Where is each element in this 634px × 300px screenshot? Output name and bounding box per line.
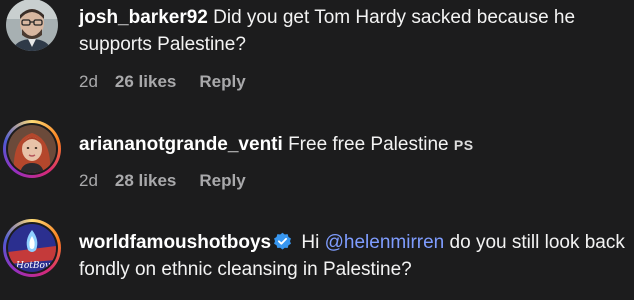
red-haired-woman-avatar-icon [8,125,56,173]
username[interactable]: josh_barker92 [79,7,208,28]
timestamp[interactable]: 2d [79,171,98,191]
reply-button[interactable]: Reply [199,171,245,191]
story-ring[interactable] [3,120,61,178]
comment-greeting: Hi [301,232,320,253]
username[interactable]: worldfamoushotboys [79,232,271,253]
reply-button[interactable]: Reply [199,72,245,92]
comment-suffix: PS [453,137,474,153]
man-with-glasses-avatar-icon [6,0,58,51]
comment-meta: 2d 28 likes Reply [79,171,246,191]
username[interactable]: ariananotgrande_venti [79,134,283,155]
hotboys-logo-avatar-icon: HotBoys [8,224,56,272]
likes-count[interactable]: 28 likes [115,171,176,191]
comment-text: josh_barker92 Did you get Tom Hardy sack… [79,4,627,58]
avatar[interactable] [6,0,58,51]
story-ring[interactable]: HotBoys [3,219,61,277]
likes-count[interactable]: 26 likes [115,72,176,92]
timestamp[interactable]: 2d [79,72,98,92]
avatar: HotBoys [8,224,56,272]
avatar [8,125,56,173]
comment-text: ariananotgrande_venti Free free Palestin… [79,131,627,159]
comment-body: Free free Palestine [288,134,449,155]
comment-meta: 2d 26 likes Reply [79,72,246,92]
comment-text: worldfamoushotboys Hi @helenmirren do yo… [79,229,627,283]
verified-badge-icon [273,232,292,251]
mention-link[interactable]: @helenmirren [325,232,445,253]
